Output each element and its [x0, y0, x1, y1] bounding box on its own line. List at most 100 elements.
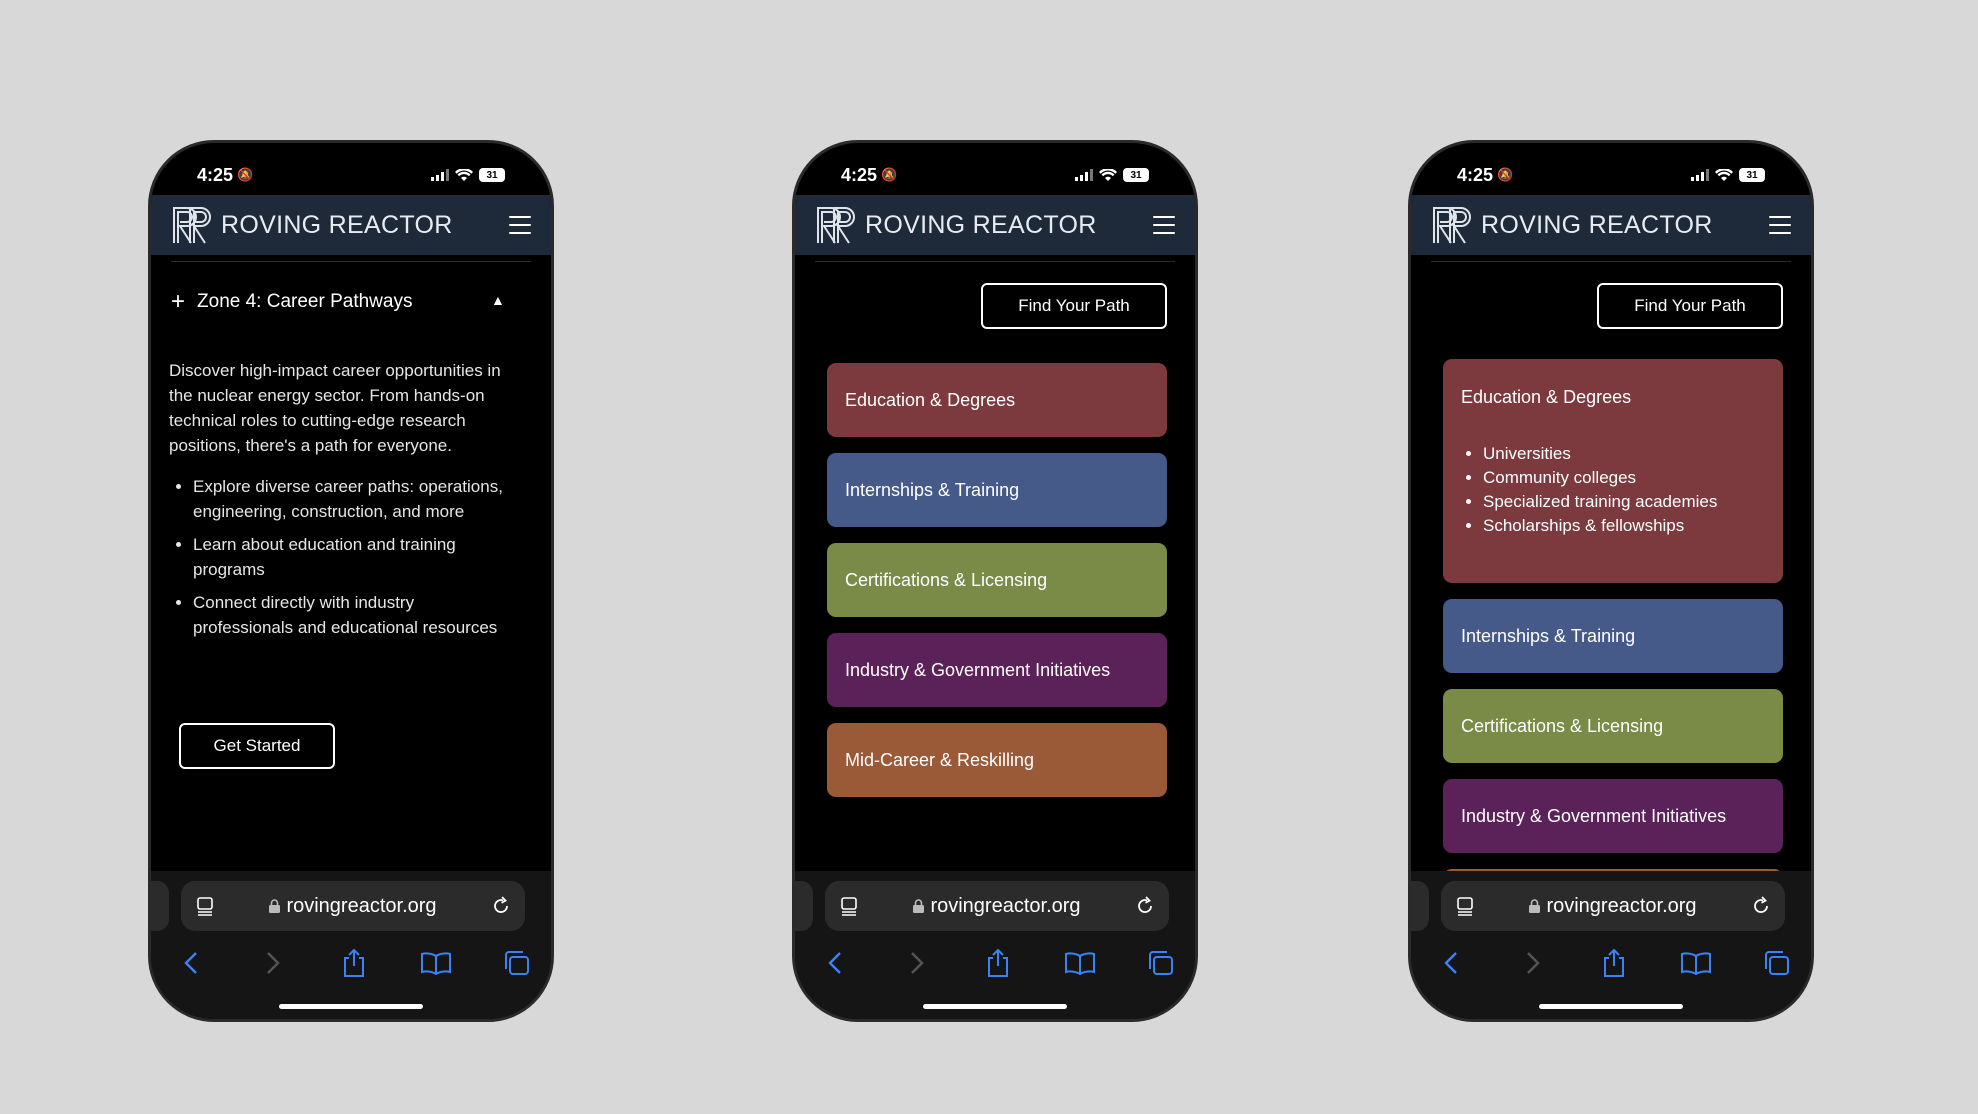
path-card-list: Education & Degrees Universities Communi… [1443, 359, 1783, 871]
back-icon[interactable] [815, 945, 855, 981]
tabs-icon[interactable] [1141, 945, 1181, 981]
page-settings-icon[interactable] [839, 896, 859, 916]
divider [171, 261, 531, 262]
back-icon[interactable] [171, 945, 211, 981]
find-your-path-button[interactable]: Find Your Path [981, 283, 1167, 329]
zone-accordion-title: + Zone 4: Career Pathways [171, 290, 412, 314]
hamburger-menu-icon[interactable] [509, 216, 531, 234]
browser-chrome: rovingreactor.org [1411, 871, 1811, 1019]
card-mid-career-reskilling[interactable]: Mid-Career & Reskilling [827, 723, 1167, 797]
zone-title: Zone 4: Career Pathways [197, 291, 413, 312]
page-settings-icon[interactable] [1455, 896, 1475, 916]
battery-icon: 31 [1123, 168, 1149, 182]
silent-bell-icon: 🔕 [237, 167, 254, 182]
back-icon[interactable] [1431, 945, 1471, 981]
tabs-icon[interactable] [497, 945, 537, 981]
phone-zone-overview: 4:25 🔕 31 ROVING REACTOR + Zone 4: Caree… [148, 140, 554, 1022]
plus-icon: + [171, 288, 186, 315]
reload-icon[interactable] [491, 896, 511, 916]
card-internships-training[interactable]: Internships & Training [1443, 599, 1783, 673]
divider [815, 261, 1175, 262]
card-industry-government[interactable]: Industry & Government Initiatives [1443, 779, 1783, 853]
bookmarks-icon[interactable] [1060, 945, 1100, 981]
share-icon[interactable] [978, 945, 1018, 981]
page-content: Find Your Path Education & Degrees Unive… [1411, 255, 1811, 871]
page-content: + Zone 4: Career Pathways ▼ Discover hig… [151, 255, 551, 871]
card-certifications-licensing[interactable]: Certifications & Licensing [1443, 689, 1783, 763]
silent-bell-icon: 🔕 [881, 167, 898, 182]
status-icons: 31 [1691, 168, 1765, 182]
card-internships-training[interactable]: Internships & Training [827, 453, 1167, 527]
forward-icon[interactable] [897, 945, 937, 981]
card-certifications-licensing[interactable]: Certifications & Licensing [827, 543, 1167, 617]
brand[interactable]: ROVING REACTOR [815, 205, 1097, 245]
wifi-icon [1715, 168, 1733, 181]
hamburger-menu-icon[interactable] [1769, 216, 1791, 234]
share-icon[interactable] [1594, 945, 1634, 981]
zone-bullet-list: Explore diverse career paths: operations… [151, 474, 551, 640]
browser-toolbar [1431, 945, 1797, 981]
previous-tab-handle[interactable] [151, 881, 169, 931]
browser-chrome: rovingreactor.org [151, 871, 551, 1019]
reload-icon[interactable] [1751, 896, 1771, 916]
page-settings-icon[interactable] [195, 896, 215, 916]
card-title: Education & Degrees [1461, 387, 1632, 407]
bookmarks-icon[interactable] [1676, 945, 1716, 981]
card-education-degrees[interactable]: Education & Degrees [827, 363, 1167, 437]
status-time-text: 4:25 [197, 164, 234, 185]
share-icon[interactable] [334, 945, 374, 981]
address-bar[interactable]: rovingreactor.org [181, 881, 525, 931]
card-industry-government[interactable]: Industry & Government Initiatives [827, 633, 1167, 707]
get-started-button[interactable]: Get Started [179, 723, 335, 769]
address-bar[interactable]: rovingreactor.org [1441, 881, 1785, 931]
status-time: 4:25 🔕 [841, 165, 897, 186]
url-display[interactable]: rovingreactor.org [1529, 895, 1697, 918]
tabs-icon[interactable] [1757, 945, 1797, 981]
list-item: Community colleges [1483, 466, 1765, 490]
list-item: Explore diverse career paths: operations… [193, 474, 517, 524]
silent-bell-icon: 🔕 [1497, 167, 1514, 182]
browser-chrome: rovingreactor.org [795, 871, 1195, 1019]
battery-icon: 31 [1739, 168, 1765, 182]
brand[interactable]: ROVING REACTOR [1431, 205, 1713, 245]
status-icons: 31 [431, 168, 505, 182]
url-display[interactable]: rovingreactor.org [269, 895, 437, 918]
divider [1431, 261, 1791, 262]
bookmarks-icon[interactable] [416, 945, 456, 981]
path-card-list: Education & Degrees Internships & Traini… [827, 363, 1167, 813]
cellular-signal-icon [431, 169, 449, 181]
status-time: 4:25 🔕 [197, 165, 253, 186]
phone-path-cards: 4:25 🔕 31 ROVING REACTOR Find Your Path … [792, 140, 1198, 1022]
brand-name: ROVING REACTOR [865, 210, 1097, 239]
brand-name: ROVING REACTOR [1481, 210, 1713, 239]
chevron-up-icon[interactable]: ▼ [491, 294, 505, 310]
previous-tab-handle[interactable] [1411, 881, 1429, 931]
url-display[interactable]: rovingreactor.org [913, 895, 1081, 918]
roving-reactor-logo-icon [1433, 207, 1471, 244]
home-indicator[interactable] [1539, 1004, 1683, 1009]
card-education-degrees-expanded[interactable]: Education & Degrees Universities Communi… [1443, 359, 1783, 583]
reload-icon[interactable] [1135, 896, 1155, 916]
home-indicator[interactable] [923, 1004, 1067, 1009]
previous-tab-handle[interactable] [795, 881, 813, 931]
phone-path-cards-expanded: 4:25 🔕 31 ROVING REACTOR Find Your Path … [1408, 140, 1814, 1022]
roving-reactor-logo-icon [173, 207, 211, 244]
site-header: ROVING REACTOR [795, 195, 1195, 255]
list-item: Universities [1483, 442, 1765, 466]
status-icons: 31 [1075, 168, 1149, 182]
forward-icon[interactable] [1513, 945, 1553, 981]
brand[interactable]: ROVING REACTOR [171, 205, 453, 245]
find-your-path-button[interactable]: Find Your Path [1597, 283, 1783, 329]
forward-icon[interactable] [253, 945, 293, 981]
page-content: Find Your Path Education & Degrees Inter… [795, 255, 1195, 871]
hamburger-menu-icon[interactable] [1153, 216, 1175, 234]
browser-toolbar [171, 945, 537, 981]
lock-icon [913, 899, 925, 913]
zone-accordion-header[interactable]: + Zone 4: Career Pathways ▼ [151, 290, 551, 314]
status-time-text: 4:25 [1457, 164, 1494, 185]
list-item: Learn about education and training progr… [193, 532, 517, 582]
lock-icon [1529, 899, 1541, 913]
lock-icon [269, 899, 281, 913]
address-bar[interactable]: rovingreactor.org [825, 881, 1169, 931]
home-indicator[interactable] [279, 1004, 423, 1009]
